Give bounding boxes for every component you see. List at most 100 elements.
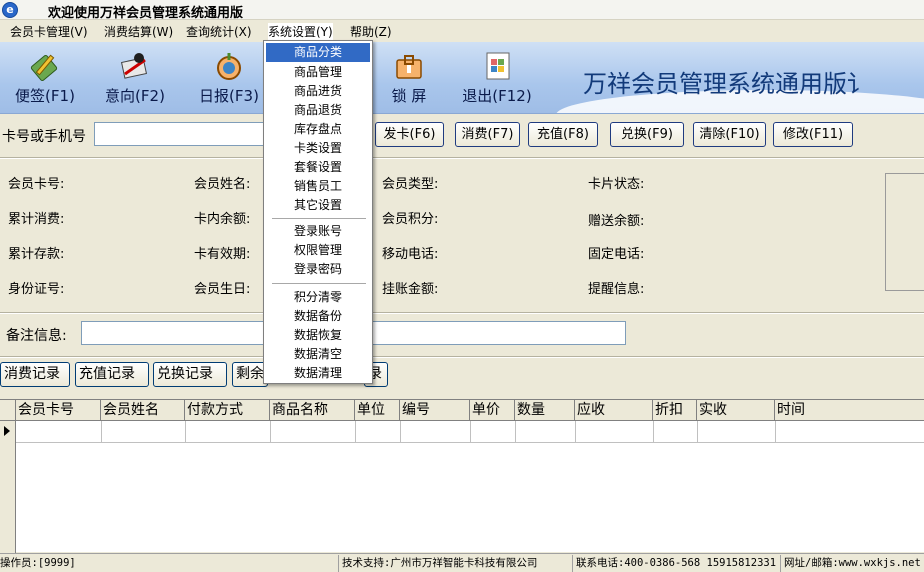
- records-grid[interactable]: 会员卡号 会员姓名 付款方式 商品名称 单位 编号 单价 数量 应收 折扣 实收…: [0, 399, 924, 553]
- daily-report-icon: [217, 53, 241, 80]
- label-credit: 挂账金额:: [382, 282, 439, 297]
- divider: [0, 157, 924, 159]
- status-support: 技术支持:广州市万祥智能卡科技有限公司: [338, 555, 572, 572]
- title-bar: e 欢迎使用万祥会员管理系统通用版: [0, 0, 924, 21]
- grid-col-line: [470, 421, 471, 443]
- app-icon[interactable]: e: [2, 2, 18, 18]
- col-receivable[interactable]: 应收: [575, 400, 653, 421]
- status-operator: 操作员:[9999]: [0, 557, 76, 569]
- label-total-deposit: 累计存款:: [8, 247, 65, 262]
- current-row-pointer-icon: [4, 426, 10, 436]
- menu-item-data-restore[interactable]: 数据恢复: [266, 326, 370, 345]
- menu-item-login-account[interactable]: 登录账号: [266, 222, 370, 241]
- menu-item-card-type[interactable]: 卡类设置: [266, 139, 370, 158]
- label-total-spend: 累计消费:: [8, 212, 65, 227]
- exit-icon: [486, 52, 510, 80]
- menu-item-product-purchase[interactable]: 商品进货: [266, 82, 370, 101]
- search-label: 卡号或手机号: [2, 129, 86, 145]
- col-discount[interactable]: 折扣: [653, 400, 697, 421]
- daily-report-button[interactable]: 日报(F3): [192, 42, 266, 112]
- label-points: 会员积分:: [382, 212, 439, 227]
- col-unit-price[interactable]: 单价: [470, 400, 515, 421]
- col-received[interactable]: 实收: [697, 400, 775, 421]
- menu-item-other-settings[interactable]: 其它设置: [266, 196, 370, 215]
- grid-col-line: [775, 421, 776, 443]
- menu-item-data-backup[interactable]: 数据备份: [266, 307, 370, 326]
- grid-col-line: [185, 421, 186, 443]
- exchange-button[interactable]: 兑换(F9): [610, 122, 684, 147]
- col-unit[interactable]: 单位: [355, 400, 400, 421]
- status-web: 网址/邮箱:www.wxkjs.net: [780, 555, 924, 572]
- col-product[interactable]: 商品名称: [270, 400, 355, 421]
- label-phone: 固定电话:: [588, 247, 645, 262]
- label-mobile: 移动电话:: [382, 247, 439, 262]
- menu-bar: 会员卡管理(V) 消费结算(W) 查询统计(X) 系统设置(Y) 帮助(Z): [0, 20, 924, 42]
- modify-button[interactable]: 修改(F11): [773, 122, 853, 147]
- label-card-no: 会员卡号:: [8, 177, 65, 192]
- tab-consume-records[interactable]: 消费记录: [0, 362, 70, 387]
- menu-help[interactable]: 帮助(Z): [350, 23, 392, 40]
- member-photo: [885, 173, 924, 291]
- grid-col-line: [575, 421, 576, 443]
- menu-item-data-clear[interactable]: 数据清空: [266, 345, 370, 364]
- menu-item-stocktake[interactable]: 库存盘点: [266, 120, 370, 139]
- label-card-status: 卡片状态:: [588, 177, 645, 192]
- col-name[interactable]: 会员姓名: [101, 400, 185, 421]
- menu-item-points-reset[interactable]: 积分清零: [266, 288, 370, 307]
- label-birthday: 会员生日:: [194, 282, 251, 297]
- menu-item-product-return[interactable]: 商品退货: [266, 101, 370, 120]
- menu-item-data-cleanup[interactable]: 数据清理: [266, 364, 370, 383]
- menu-item-product-category[interactable]: 商品分类: [266, 43, 370, 62]
- menu-system-settings[interactable]: 系统设置(Y): [268, 23, 333, 40]
- col-time[interactable]: 时间: [775, 400, 924, 421]
- menu-settlement[interactable]: 消费结算(W): [104, 23, 173, 40]
- grid-col-line: [515, 421, 516, 443]
- grid-col-line: [400, 421, 401, 443]
- system-settings-menu: 商品分类 商品管理 商品进货 商品退货 库存盘点 卡类设置 套餐设置 销售员工 …: [263, 40, 373, 384]
- menu-item-package[interactable]: 套餐设置: [266, 158, 370, 177]
- col-card-no[interactable]: 会员卡号: [16, 400, 101, 421]
- menu-item-sales-staff[interactable]: 销售员工: [266, 177, 370, 196]
- col-code[interactable]: 编号: [400, 400, 470, 421]
- clear-button[interactable]: 清除(F10): [693, 122, 766, 147]
- grid-col-line: [697, 421, 698, 443]
- card-or-phone-input[interactable]: [94, 122, 266, 146]
- lock-screen-icon: [396, 55, 422, 79]
- menu-member-card[interactable]: 会员卡管理(V): [10, 23, 88, 40]
- label-reminder: 提醒信息:: [588, 282, 645, 297]
- col-payment[interactable]: 付款方式: [185, 400, 270, 421]
- consume-button[interactable]: 消费(F7): [455, 122, 520, 147]
- grid-header: 会员卡号 会员姓名 付款方式 商品名称 单位 编号 单价 数量 应收 折扣 实收…: [0, 400, 924, 421]
- tab-exchange-records[interactable]: 兑换记录: [153, 362, 227, 387]
- issue-card-button[interactable]: 发卡(F6): [375, 122, 444, 147]
- status-contact: 联系电话:400-0386-568 15915812331: [572, 555, 780, 572]
- exit-button[interactable]: 退出(F12): [458, 42, 536, 112]
- menu-item-login-password[interactable]: 登录密码: [266, 260, 370, 279]
- label-balance: 卡内余额:: [194, 212, 251, 227]
- window-title: 欢迎使用万祥会员管理系统通用版: [48, 6, 244, 21]
- grid-col-line: [101, 421, 102, 443]
- menu-item-product-manage[interactable]: 商品管理: [266, 63, 370, 82]
- note-pad-icon: [30, 54, 58, 82]
- banner-title: 万祥会员管理系统通用版讠: [583, 70, 871, 98]
- grid-col-line: [355, 421, 356, 443]
- divider: [0, 356, 924, 358]
- menu-item-permissions[interactable]: 权限管理: [266, 241, 370, 260]
- menu-query-stats[interactable]: 查询统计(X): [186, 23, 252, 40]
- label-id-no: 身份证号:: [8, 282, 65, 297]
- label-type: 会员类型:: [382, 177, 439, 192]
- note-button[interactable]: 便签(F1): [10, 42, 80, 112]
- label-gift-balance: 赠送余额:: [588, 214, 645, 229]
- recharge-button[interactable]: 充值(F8): [528, 122, 598, 147]
- intent-button[interactable]: 意向(F2): [98, 42, 172, 112]
- status-bar: 操作员:[9999] 技术支持:广州市万祥智能卡科技有限公司 联系电话:400-…: [0, 553, 924, 572]
- grid-corner: [0, 400, 16, 421]
- lock-screen-button[interactable]: 锁 屏: [374, 42, 444, 112]
- divider: [0, 312, 924, 314]
- col-quantity[interactable]: 数量: [515, 400, 575, 421]
- tab-recharge-records[interactable]: 充值记录: [75, 362, 149, 387]
- label-validity: 卡有效期:: [194, 247, 251, 262]
- intent-icon: [120, 53, 148, 79]
- toolbar: 便签(F1) 意向(F2) 日报(F3) 锁 屏 退出(F12) 万祥会员管理系…: [0, 42, 924, 114]
- label-name: 会员姓名:: [194, 177, 251, 192]
